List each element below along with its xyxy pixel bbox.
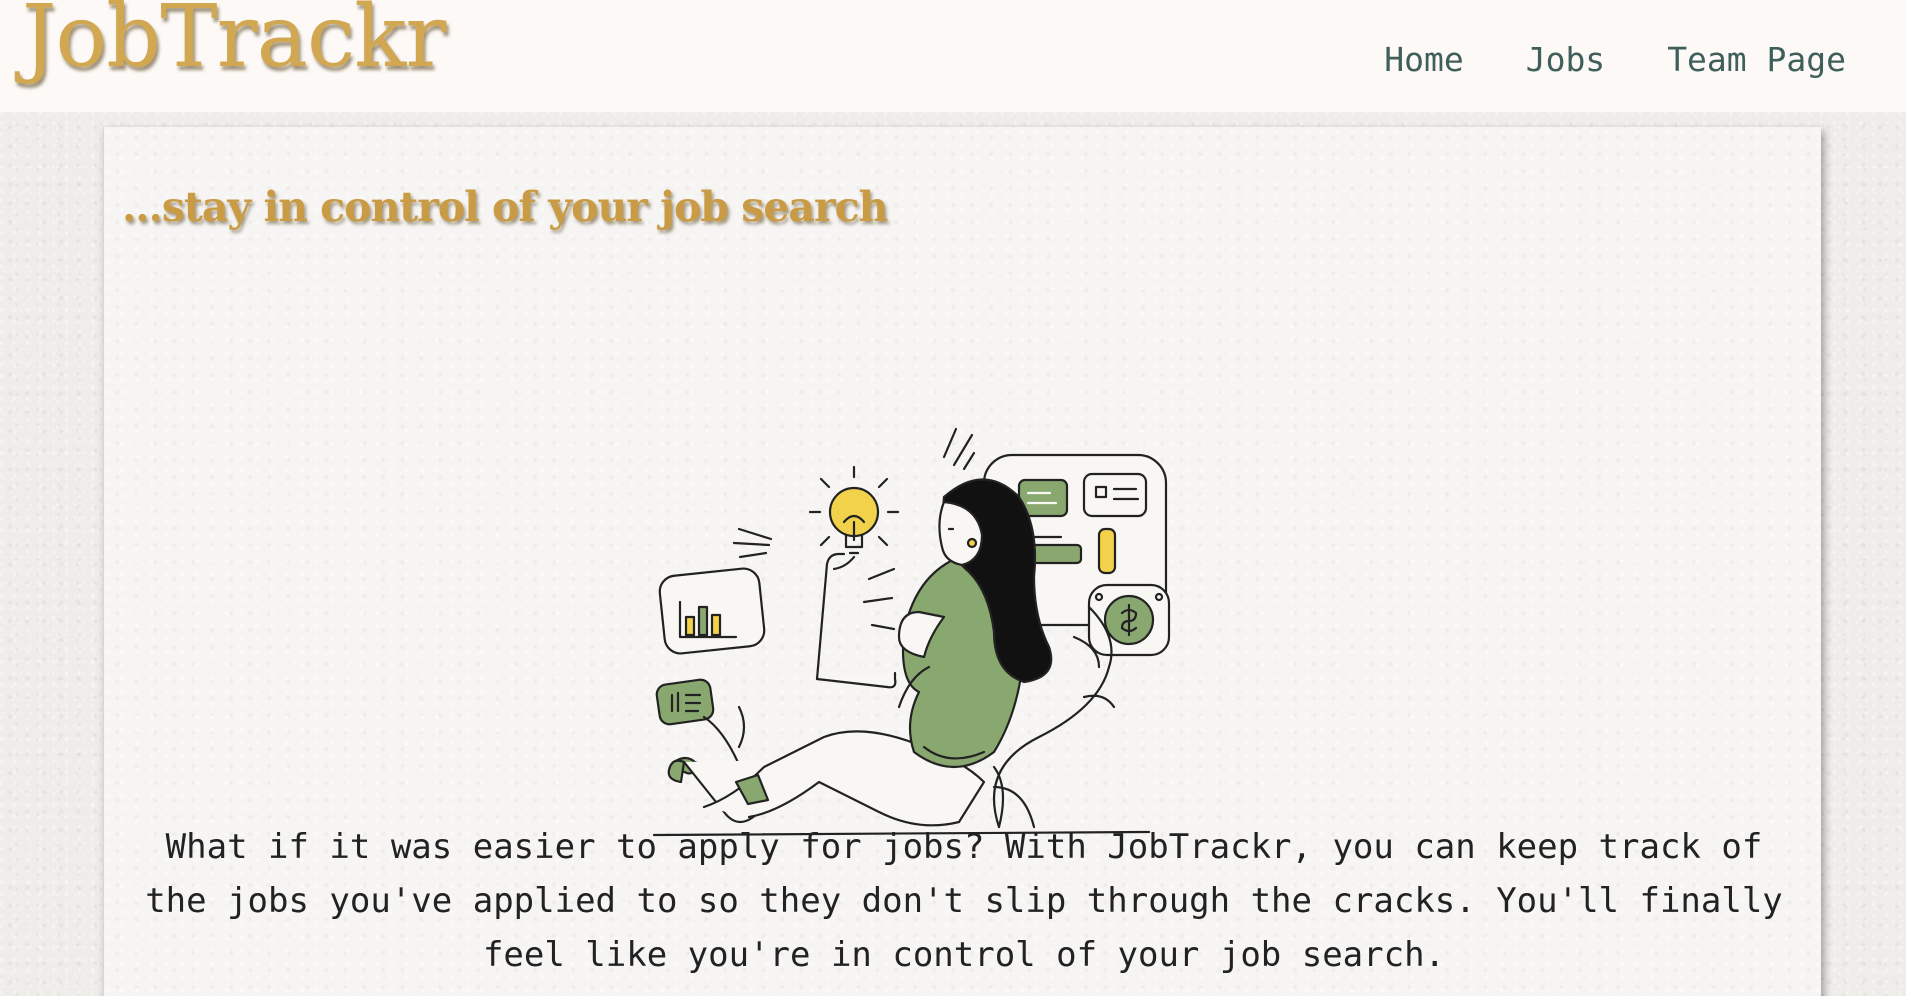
navbar: JobTrackr Home Jobs Team Page: [0, 0, 1906, 112]
nav-links: Home Jobs Team Page: [1384, 40, 1846, 79]
motion-lines: [732, 527, 773, 559]
hero-tagline: ...stay in control of your job search: [122, 183, 888, 232]
job-search-illustration: [652, 427, 1171, 837]
nav-link-team-page[interactable]: Team Page: [1667, 40, 1846, 79]
hero-card: ...stay in control of your job search Wh…: [103, 127, 1821, 996]
lightbulb-icon: [808, 465, 900, 571]
nav-link-jobs[interactable]: Jobs: [1526, 40, 1605, 79]
nav-link-home[interactable]: Home: [1384, 40, 1463, 79]
bar-chart-card-icon: [658, 567, 766, 655]
hero-description: What if it was easier to apply for jobs?…: [145, 827, 1783, 975]
brand-logo[interactable]: JobTrackr: [22, 0, 446, 85]
